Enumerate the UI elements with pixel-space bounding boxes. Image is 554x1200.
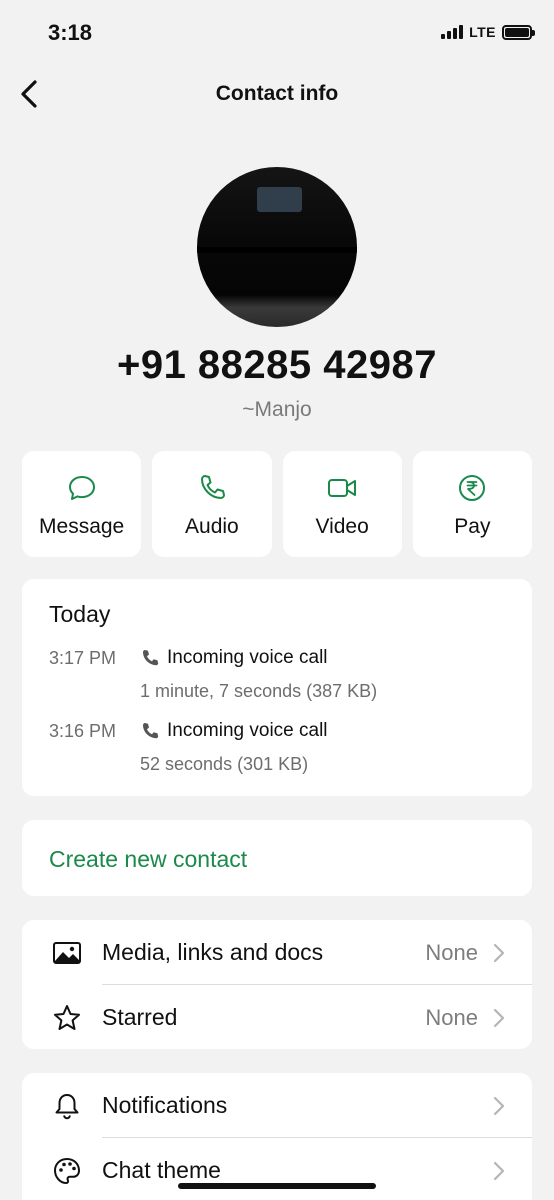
message-icon [68, 476, 95, 500]
audio-call-button[interactable]: Audio [152, 451, 272, 557]
settings-card: Notifications Chat theme [22, 1073, 532, 1200]
call-detail: 52 seconds (301 KB) [140, 754, 309, 774]
phone-icon [143, 650, 159, 666]
media-links-docs-value: None [425, 940, 478, 965]
message-label: Message [39, 515, 125, 538]
chevron-right-icon [493, 1161, 505, 1181]
chevron-right-icon [493, 1008, 505, 1028]
contact-phone-number: +91 88285 42987 [116, 343, 438, 387]
media-links-docs-row[interactable]: Media, links and docs None [22, 920, 532, 985]
status-time: 3:18 [48, 20, 93, 45]
chat-theme-label: Chat theme [102, 1157, 221, 1183]
starred-row[interactable]: Starred None [22, 985, 532, 1050]
page-title: Contact info [215, 82, 339, 105]
call-title: Incoming voice call [167, 720, 328, 741]
media-starred-card: Media, links and docs None Starred None [22, 920, 532, 1049]
call-title: Incoming voice call [167, 647, 328, 668]
network-type: LTE [469, 24, 496, 40]
notifications-row[interactable]: Notifications [22, 1073, 532, 1138]
rupee-icon [459, 475, 486, 501]
video-call-button[interactable]: Video [282, 451, 402, 557]
chat-theme-row[interactable]: Chat theme [22, 1138, 532, 1200]
call-time: 3:17 PM [49, 648, 117, 668]
call-history-header: Today [49, 601, 111, 627]
notifications-label: Notifications [102, 1092, 228, 1118]
video-label: Video [315, 515, 369, 538]
chevron-right-icon [493, 943, 505, 963]
contact-avatar[interactable] [197, 167, 357, 327]
starred-value: None [425, 1005, 478, 1030]
create-contact-label: Create new contact [49, 846, 248, 872]
pay-button[interactable]: Pay [412, 451, 532, 557]
bell-icon [55, 1094, 79, 1120]
starred-label: Starred [102, 1004, 178, 1030]
home-indicator[interactable] [178, 1183, 376, 1189]
create-contact-button[interactable]: Create new contact [22, 820, 532, 896]
status-bar: 3:18 LTE [0, 0, 554, 66]
video-icon [328, 479, 357, 497]
message-button[interactable]: Message [22, 451, 142, 557]
nav-bar: Contact info [0, 66, 554, 122]
media-links-docs-label: Media, links and docs [102, 939, 324, 965]
battery-icon [502, 24, 535, 40]
system-indicators: LTE [441, 24, 535, 40]
phone-icon [143, 723, 159, 739]
call-time: 3:16 PM [49, 721, 117, 741]
contact-alias: ~Manjo [242, 398, 312, 421]
audio-label: Audio [185, 515, 239, 538]
star-icon [54, 1005, 80, 1030]
palette-icon [54, 1158, 80, 1184]
image-icon [53, 942, 81, 964]
call-detail: 1 minute, 7 seconds (387 KB) [140, 681, 378, 701]
chevron-right-icon [493, 1096, 505, 1116]
action-buttons: Message Audio Video Pay [22, 451, 532, 557]
pay-label: Pay [454, 515, 491, 538]
call-history-card: Today 3:17 PM Incoming voice call 1 minu… [22, 579, 532, 796]
phone-icon [200, 475, 225, 499]
signal-icon [441, 25, 464, 39]
